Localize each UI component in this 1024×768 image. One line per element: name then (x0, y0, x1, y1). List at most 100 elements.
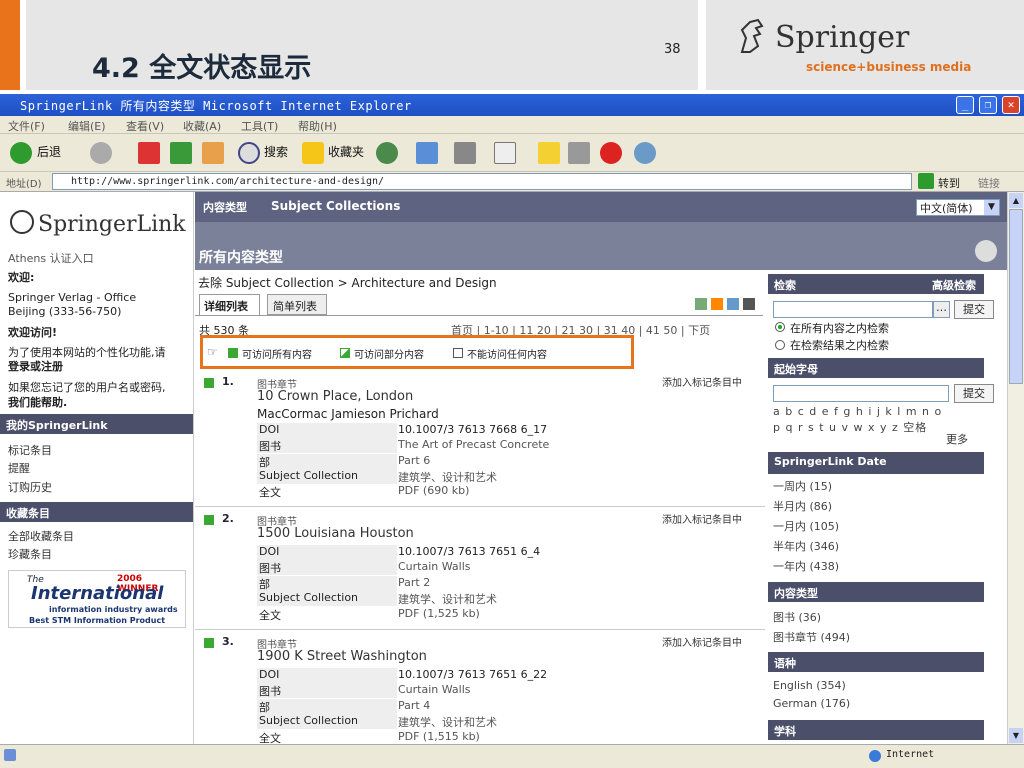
alerts-link[interactable]: 提醒 (8, 460, 30, 476)
marked-items-link[interactable]: 标记条目 (8, 442, 52, 458)
meta-value[interactable]: 建筑学、设计和艺术 (398, 469, 497, 485)
date-week-link[interactable]: 一周内 (15) (773, 478, 832, 494)
back-icon[interactable] (10, 142, 32, 164)
forward-icon[interactable] (90, 142, 112, 164)
print-icon[interactable] (454, 142, 476, 164)
print-page-icon[interactable] (975, 240, 997, 262)
refresh-icon[interactable] (170, 142, 192, 164)
athens-login-link[interactable]: Athens 认证入口 (8, 250, 94, 266)
language-select[interactable]: 中文(简体) ▼ (916, 199, 1000, 216)
maximize-button[interactable]: ❐ (979, 96, 997, 114)
award-banner[interactable]: The 2006 WINNER International informatio… (8, 570, 186, 628)
search-icon[interactable] (238, 142, 260, 164)
tab-subject-collections[interactable]: Subject Collections (271, 199, 400, 213)
meta-value[interactable]: Part 2 (398, 576, 430, 589)
pdf-link[interactable]: PDF (1,515 kb) (398, 730, 480, 743)
history-icon[interactable] (376, 142, 398, 164)
favorites-button[interactable]: 收藏夹 (328, 143, 364, 160)
back-button[interactable]: 后退 (37, 143, 61, 160)
tab-content-type[interactable]: 内容类型 (203, 199, 247, 215)
scroll-down-icon[interactable]: ▼ (1009, 728, 1023, 743)
email-icon[interactable] (727, 298, 739, 310)
item-title[interactable]: 10 Crown Place, London (257, 389, 413, 404)
research-icon[interactable] (568, 142, 590, 164)
meta-value: 10.1007/3 7613 7668 6_17 (398, 423, 548, 436)
all-favorites-link[interactable]: 全部收藏条目 (8, 528, 74, 544)
meta-value[interactable]: Curtain Walls (398, 683, 471, 696)
radio-all-content[interactable] (775, 322, 785, 332)
favorites-icon[interactable] (302, 142, 324, 164)
date-halfmonth-link[interactable]: 半月内 (86) (773, 498, 832, 514)
lang-german-link[interactable]: German (176) (773, 697, 850, 710)
extension-icon[interactable] (600, 142, 622, 164)
letter-submit-button[interactable]: 提交 (954, 384, 994, 403)
save-icon[interactable] (743, 298, 755, 310)
meta-value[interactable]: 建筑学、设计和艺术 (398, 591, 497, 607)
item-title[interactable]: 1900 K Street Washington (257, 649, 427, 664)
item-author: MacCormac Jamieson Prichard (257, 407, 439, 421)
menu-help[interactable]: 帮助(H) (298, 118, 337, 134)
order-history-link[interactable]: 订购历史 (8, 479, 52, 495)
search-button[interactable]: 搜索 (264, 143, 288, 160)
messenger-icon[interactable] (634, 142, 656, 164)
close-button[interactable]: ✕ (1002, 96, 1020, 114)
item-title[interactable]: 1500 Louisiana Houston (257, 526, 414, 541)
pdf-link[interactable]: PDF (1,525 kb) (398, 607, 480, 620)
edit-icon[interactable] (494, 142, 516, 164)
more-link[interactable]: 更多 (946, 431, 968, 447)
folder-icon[interactable] (538, 142, 560, 164)
letter-links-row1[interactable]: a b c d e f g h i j k l m n o (773, 405, 942, 418)
meta-value: 10.1007/3 7613 7651 6_4 (398, 545, 541, 558)
scroll-up-icon[interactable]: ▲ (1009, 193, 1023, 208)
go-icon[interactable] (918, 173, 934, 189)
meta-value[interactable]: 建筑学、设计和艺术 (398, 714, 497, 730)
links-button[interactable]: 链接 (978, 175, 1000, 191)
menu-view[interactable]: 查看(V) (126, 118, 164, 134)
date-month-link[interactable]: 一月内 (105) (773, 518, 839, 534)
date-halfyear-link[interactable]: 半年内 (346) (773, 538, 839, 554)
meta-value[interactable]: Part 4 (398, 699, 430, 712)
mail-icon[interactable] (416, 142, 438, 164)
login-register-link[interactable]: 登录或注册 (8, 358, 63, 374)
vertical-scrollbar[interactable]: ▲ ▼ (1007, 192, 1024, 744)
subject-header: 学科 (768, 720, 984, 740)
scroll-thumb[interactable] (1009, 209, 1023, 384)
advanced-search-link[interactable]: 高级检索 (932, 277, 976, 293)
award-subtitle: information industry awards (49, 605, 178, 614)
search-submit-button[interactable]: 提交 (954, 300, 994, 319)
date-year-link[interactable]: 一年内 (438) (773, 558, 839, 574)
springer-logo-text: Springer (775, 20, 910, 55)
add-icon[interactable] (695, 298, 707, 310)
search-input[interactable] (773, 301, 933, 318)
menu-favorites[interactable]: 收藏(A) (183, 118, 221, 134)
ctype-chapter-link[interactable]: 图书章节 (494) (773, 629, 850, 645)
breadcrumb[interactable]: 去除 Subject Collection > Architecture and… (198, 274, 497, 291)
ctype-book-link[interactable]: 图书 (36) (773, 609, 821, 625)
stop-icon[interactable] (138, 142, 160, 164)
tab-brief-list[interactable]: 简单列表 (267, 294, 327, 315)
meta-value[interactable]: Curtain Walls (398, 560, 471, 573)
radio-within-results[interactable] (775, 340, 785, 350)
help-link[interactable]: 我们能帮助. (8, 394, 67, 410)
add-to-marked-link[interactable]: 添加入标记条目中 (662, 511, 742, 526)
minimize-button[interactable]: _ (956, 96, 974, 114)
letter-input[interactable] (773, 385, 949, 402)
meta-value[interactable]: The Art of Precast Concrete (398, 438, 549, 451)
menu-edit[interactable]: 编辑(E) (68, 118, 106, 134)
url-input[interactable]: http://www.springerlink.com/architecture… (52, 173, 912, 190)
search-options-button[interactable]: … (933, 301, 950, 318)
home-icon[interactable] (202, 142, 224, 164)
menu-file[interactable]: 文件(F) (8, 118, 45, 134)
content-header: 内容类型 Subject Collections 中文(简体) ▼ 所有内容类型 (195, 192, 1007, 270)
pdf-link[interactable]: PDF (690 kb) (398, 484, 469, 497)
meta-value[interactable]: Part 6 (398, 454, 430, 467)
add-to-marked-link[interactable]: 添加入标记条目中 (662, 374, 742, 389)
saved-items-link[interactable]: 珍藏条目 (8, 546, 52, 562)
letter-links-row2[interactable]: p q r s t u v w x y z 空格 (773, 419, 927, 435)
lang-english-link[interactable]: English (354) (773, 679, 846, 692)
go-button[interactable]: 转到 (938, 175, 960, 191)
rss-icon[interactable] (711, 298, 723, 310)
tab-detail-list[interactable]: 详细列表 (199, 294, 260, 315)
menu-tools[interactable]: 工具(T) (241, 118, 278, 134)
add-to-marked-link[interactable]: 添加入标记条目中 (662, 634, 742, 649)
